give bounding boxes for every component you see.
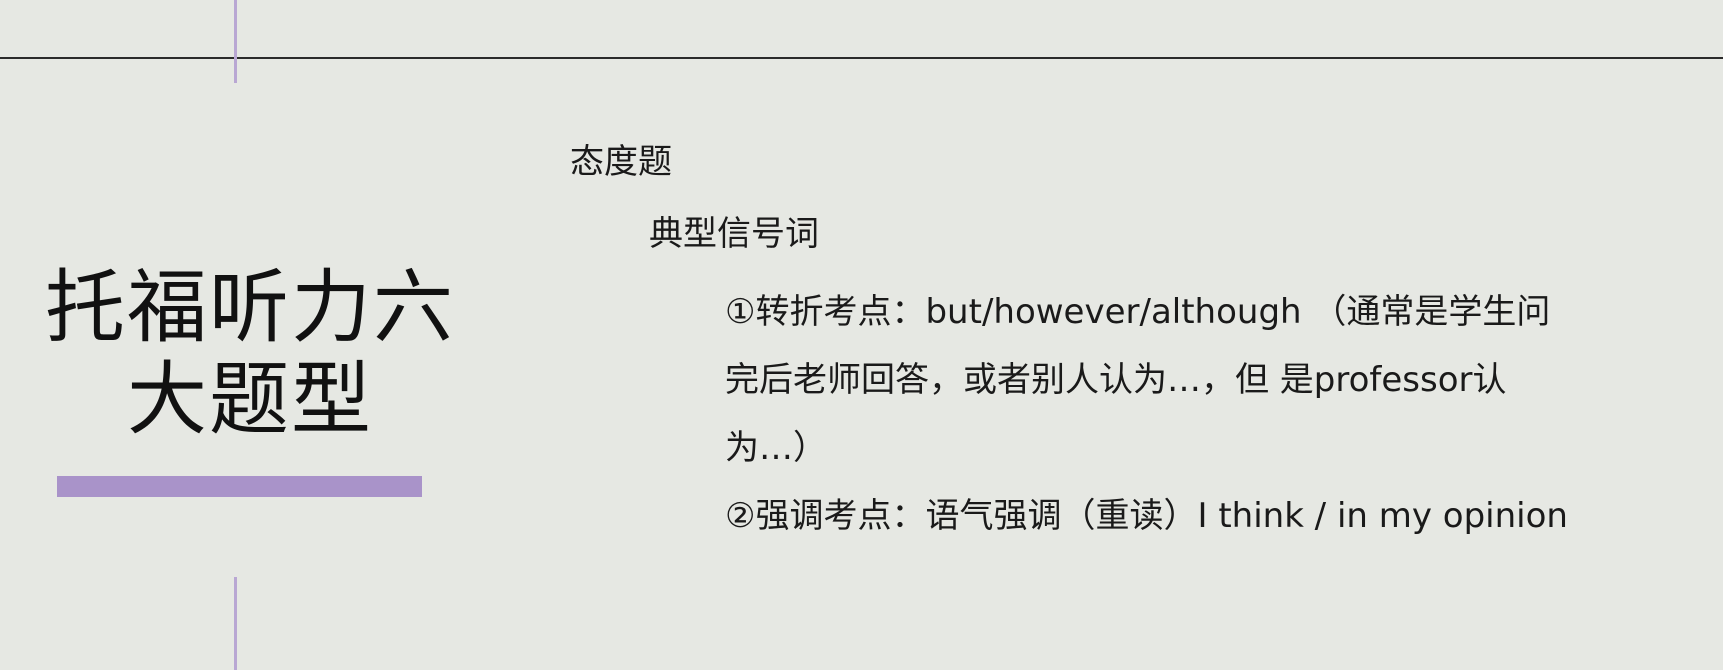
section-subheading: 典型信号词	[649, 214, 819, 254]
title-underline-bar	[57, 476, 422, 497]
vertical-accent-line-top	[234, 0, 237, 83]
list-item: ②强调考点：语气强调（重读）I think / in my opinion	[725, 496, 1568, 536]
signal-word-list: ①转折考点：but/however/although （通常是学生问 完后老师回…	[725, 278, 1645, 550]
slide-title-line-2: 大题型	[127, 353, 373, 446]
list-item: 完后老师回答，或者别人认为…，但 是professor认	[725, 360, 1507, 400]
slide-title: 托福听力六 大题型	[20, 262, 480, 446]
vertical-accent-line-bottom	[234, 577, 237, 670]
list-item: 为…）	[725, 428, 827, 468]
slide-title-line-1: 托福听力六	[45, 261, 455, 354]
section-heading: 态度题	[570, 142, 672, 182]
list-item: ①转折考点：but/however/although （通常是学生问	[725, 292, 1551, 332]
header-divider	[0, 57, 1723, 59]
